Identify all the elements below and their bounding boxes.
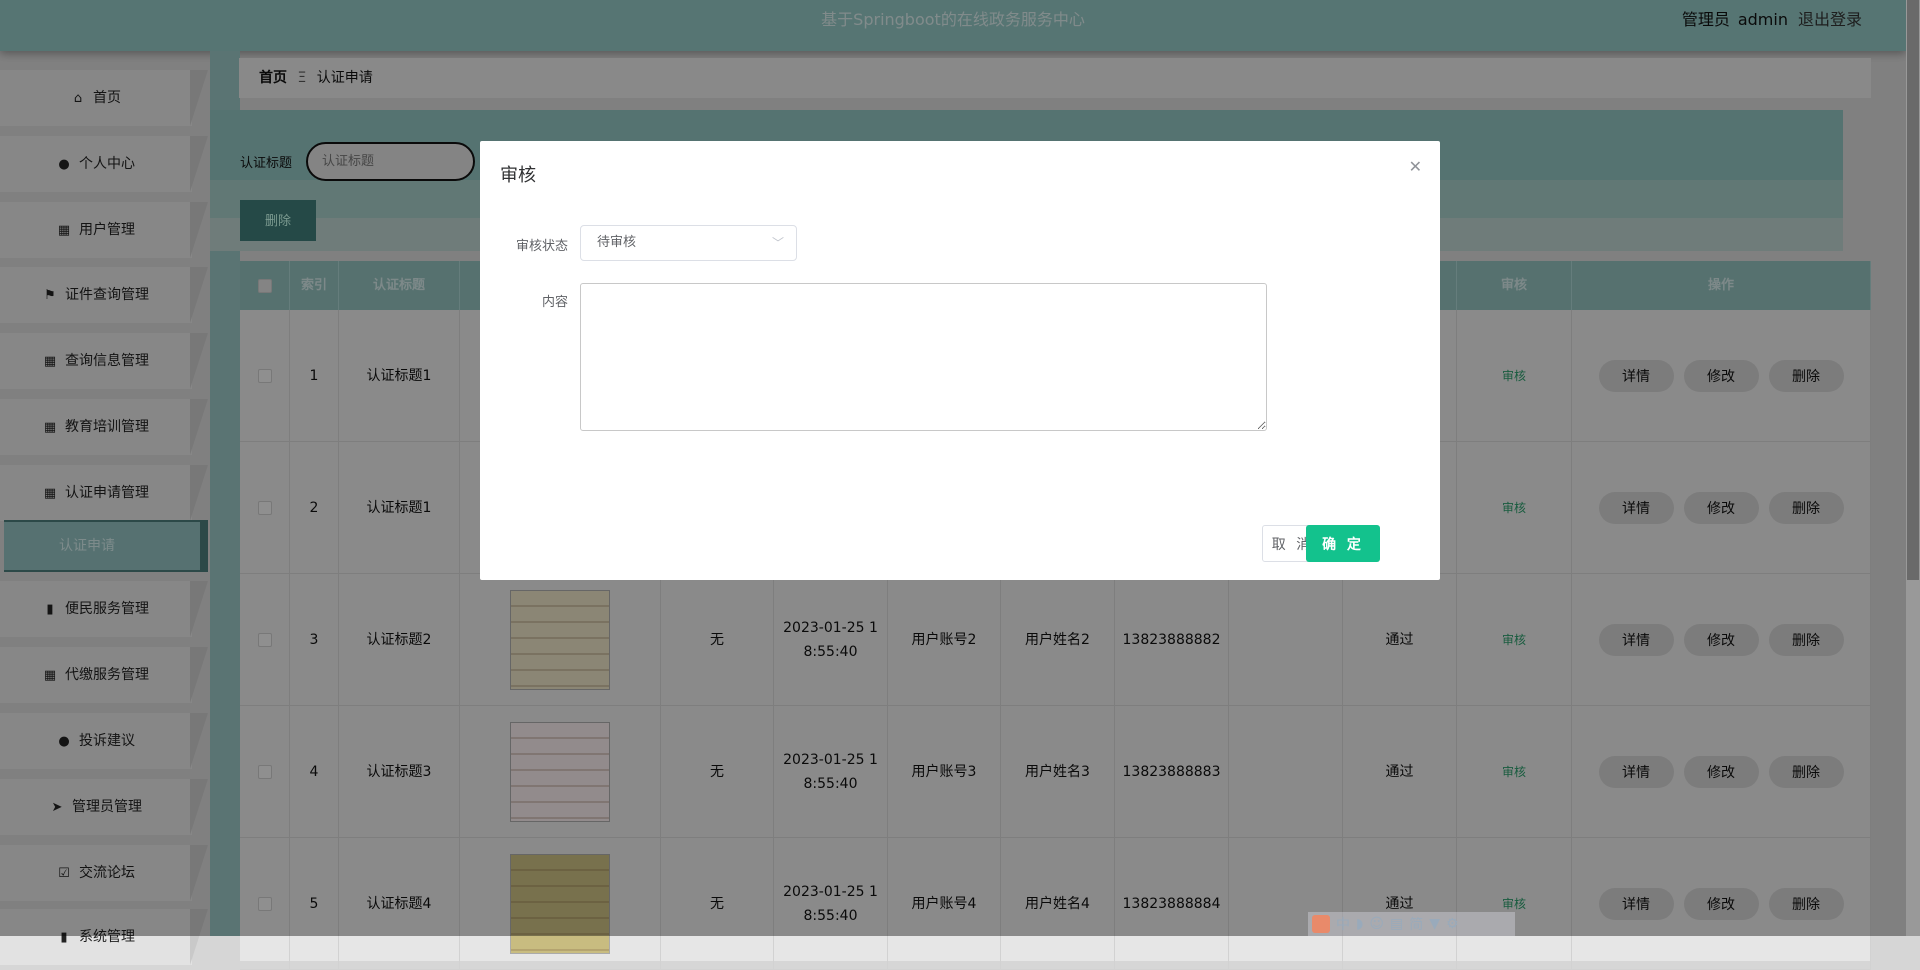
ime-emoji-icon[interactable]: ☺ [1369, 916, 1384, 932]
content-textarea[interactable] [580, 283, 1267, 431]
confirm-button[interactable]: 确 定 [1306, 525, 1380, 562]
ime-simplified[interactable]: 简 [1409, 914, 1423, 934]
ime-skin-icon[interactable]: ▼ [1429, 916, 1440, 932]
content-label: 内容 [541, 295, 568, 310]
ime-settings-icon[interactable]: ⚙ [1446, 916, 1459, 932]
scrollbar-thumb[interactable] [1907, 0, 1919, 580]
review-dialog: 审核 ✕ 审核状态 待审核 ﹀ 内容 取 消 确 定 [480, 141, 1440, 580]
ime-mode[interactable]: 中 [1336, 914, 1350, 934]
ime-logo-icon [1312, 915, 1330, 933]
dialog-title: 审核 [500, 165, 536, 186]
ime-punct-icon[interactable]: ◗ [1356, 916, 1363, 932]
close-icon[interactable]: ✕ [1409, 157, 1422, 176]
status-select-value: 待审核 [597, 235, 637, 250]
chevron-down-icon: ﹀ [771, 236, 784, 250]
status-select[interactable]: 待审核 ﹀ [580, 225, 797, 261]
status-label: 审核状态 [515, 239, 568, 254]
ime-keyboard-icon[interactable]: ▤ [1390, 916, 1403, 932]
ime-toolbar[interactable]: 中 ◗ ☺ ▤ 简 ▼ ⚙ [1308, 912, 1515, 936]
